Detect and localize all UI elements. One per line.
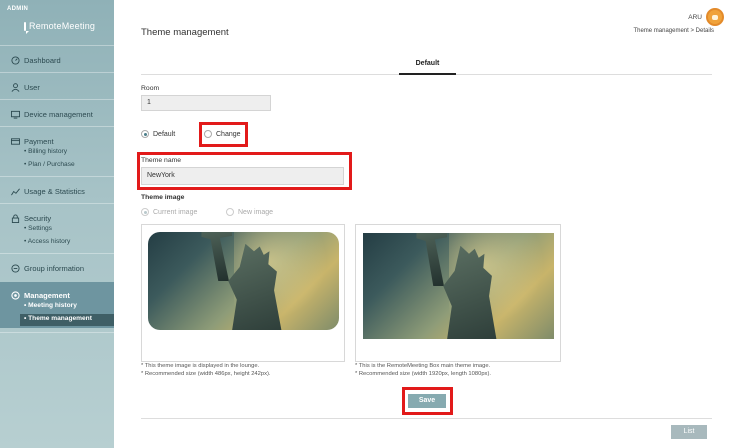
box-note-line: * This is the RemoteMeeting Box main the… [355, 363, 491, 369]
box-theme-image [363, 233, 554, 339]
sidebar-divider [0, 45, 114, 46]
sidebar-divider [0, 332, 114, 333]
sidebar-item-label: Device management [24, 109, 93, 119]
lock-icon [11, 213, 20, 223]
sidebar-divider [0, 99, 114, 100]
sidebar-item-security[interactable]: Security [0, 212, 114, 224]
box-note-line: * Recommended size (width 1920px, length… [355, 370, 491, 377]
gear-icon [11, 290, 20, 300]
sidebar-divider [0, 253, 114, 254]
radio-dot-selected [141, 130, 149, 138]
sidebar-subitem-label: Access history [27, 238, 71, 245]
sidebar-item-label: Security [24, 213, 52, 223]
breadcrumb: Theme management > Details [633, 28, 714, 34]
chart-icon [11, 188, 20, 195]
sidebar-subitem-plan-purchase[interactable]: • Plan / Purchase [24, 161, 75, 168]
logo[interactable]: RemoteMeeting [24, 19, 96, 34]
sidebar-subitem-access-history[interactable]: • Access history [24, 238, 70, 245]
lounge-note-line: * Recommended size (width 486px, height … [141, 370, 271, 377]
footer-divider [141, 418, 712, 419]
sidebar-subitem-billing-history[interactable]: • Billing history [24, 148, 67, 155]
sidebar-item-management[interactable]: Management [0, 289, 114, 301]
dashboard-icon [11, 55, 20, 65]
sidebar-item-user[interactable]: User [0, 81, 114, 93]
sidebar-divider [0, 72, 114, 73]
highlight-theme-name [137, 152, 352, 190]
sidebar-item-usage-statistics[interactable]: Usage & Statistics [0, 185, 114, 197]
lounge-note-line: * This theme image is displayed in the l… [141, 363, 260, 369]
sidebar-subitem-label: Meeting history [28, 302, 77, 309]
admin-label: ADMIN [7, 6, 29, 12]
sidebar-divider [0, 126, 114, 127]
radio-current-image[interactable]: Current image [141, 208, 197, 216]
lounge-note: * This theme image is displayed in the l… [141, 363, 271, 378]
user-name: ARU [688, 13, 702, 21]
box-note: * This is the RemoteMeeting Box main the… [355, 363, 491, 378]
radio-label: New image [238, 208, 274, 216]
user-icon [11, 82, 20, 92]
logo-text: RemoteMeeting [29, 21, 96, 31]
sidebar-item-label: Payment [24, 136, 54, 146]
room-label: Room [141, 85, 160, 92]
radio-default[interactable]: Default [141, 130, 175, 138]
avatar[interactable] [706, 8, 724, 26]
sidebar-item-label: User [24, 82, 40, 92]
radio-dot-selected [141, 208, 149, 216]
radio-dot [226, 208, 234, 216]
main-content: Theme management ARU Theme management > … [114, 0, 736, 448]
list-button[interactable]: List [671, 425, 707, 439]
user-menu[interactable]: ARU [688, 8, 724, 26]
sidebar-subitem-label: Plan / Purchase [28, 161, 75, 168]
page-title: Theme management [141, 27, 229, 38]
sidebar-item-label: Dashboard [24, 55, 61, 65]
sidebar-item-group-information[interactable]: Group information [0, 262, 114, 274]
sidebar-divider [0, 203, 114, 204]
sidebar-subitem-label: Theme management [28, 315, 92, 322]
sidebar-item-label: Usage & Statistics [24, 186, 85, 196]
sidebar-subitem-theme-management[interactable]: • Theme management [24, 315, 92, 322]
sidebar: ADMIN RemoteMeeting Dashboard User Devic… [0, 0, 114, 448]
sidebar-subitem-label: Settings [28, 225, 52, 232]
sidebar-item-label: Group information [24, 263, 85, 273]
tab-bar: Default [141, 57, 712, 75]
logo-icon [24, 21, 29, 34]
highlight-save-button [402, 387, 453, 415]
group-icon [11, 263, 20, 273]
lounge-image-frame [141, 224, 345, 362]
radio-label: Default [153, 130, 176, 138]
device-icon [11, 110, 20, 119]
room-field[interactable]: 1 [141, 95, 271, 111]
sidebar-subitem-meeting-history[interactable]: • Meeting history [24, 302, 77, 309]
sidebar-item-device-management[interactable]: Device management [0, 108, 114, 120]
lounge-theme-image [148, 232, 339, 330]
highlight-change-radio [199, 122, 248, 147]
sidebar-item-payment[interactable]: Payment [0, 135, 114, 147]
box-image-frame [355, 224, 561, 362]
sidebar-divider [0, 176, 114, 177]
radio-new-image[interactable]: New image [226, 208, 273, 216]
sidebar-subitem-settings[interactable]: • Settings [24, 225, 52, 232]
sidebar-item-label: Management [24, 290, 70, 300]
radio-label: Current image [153, 208, 198, 216]
theme-image-label: Theme image [141, 194, 185, 201]
sidebar-item-dashboard[interactable]: Dashboard [0, 54, 114, 66]
payment-icon [11, 137, 20, 145]
tab-default[interactable]: Default [399, 57, 456, 75]
sidebar-subitem-label: Billing history [28, 148, 67, 155]
